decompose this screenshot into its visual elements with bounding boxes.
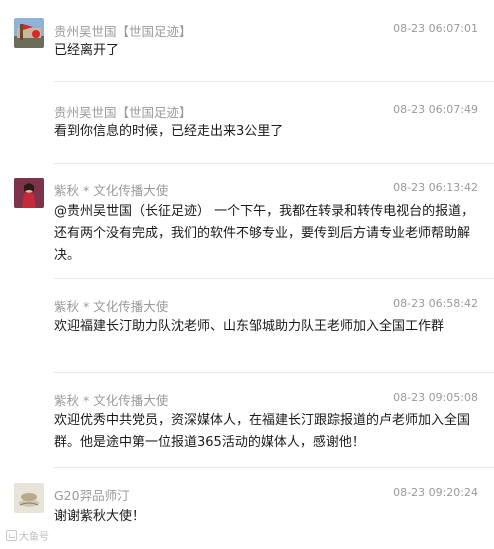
timestamp: 08-23 09:05:08 xyxy=(393,391,478,404)
avatar[interactable] xyxy=(14,483,44,513)
message-text: 欢迎福建长汀助力队沈老师、山东邹城助力队王老师加入全国工作群 xyxy=(54,319,445,334)
message-item: 紫秋 * 文化传播大使 08-23 09:05:08 欢迎优秀中共党员，资深媒体… xyxy=(0,373,494,468)
message-text: 谢谢紫秋大使！ xyxy=(54,509,146,524)
sender-name[interactable]: 紫秋 * 文化传播大使 xyxy=(54,180,168,199)
sender-name[interactable]: 贵州吴世国【世国足迹】 xyxy=(54,21,192,40)
watermark: 大鱼号 xyxy=(6,528,49,543)
timestamp: 08-23 06:07:49 xyxy=(393,103,478,116)
watermark-text: 大鱼号 xyxy=(19,532,49,543)
message-item: 贵州吴世国【世国足迹】 08-23 06:07:01 已经离开了 xyxy=(0,0,494,82)
message-text: 欢迎优秀中共党员，资深媒体人，在福建长汀跟踪报道的卢老师加入全国群。他是途中第一… xyxy=(54,413,471,450)
person-avatar-icon xyxy=(14,178,44,208)
avatar[interactable] xyxy=(14,178,44,208)
timestamp: 08-23 06:58:42 xyxy=(393,297,478,310)
sender-name[interactable]: 紫秋 * 文化传播大使 xyxy=(54,296,168,315)
tea-avatar-icon xyxy=(14,483,44,513)
watermark-icon xyxy=(6,530,17,541)
avatar[interactable] xyxy=(14,18,44,48)
message-text: 看到你信息的时候，已经走出来3公里了 xyxy=(54,124,284,139)
timestamp: 08-23 06:13:42 xyxy=(393,181,478,194)
timestamp: 08-23 09:20:24 xyxy=(393,486,478,499)
timestamp: 08-23 06:07:01 xyxy=(393,22,478,35)
message-text: 已经离开了 xyxy=(54,43,120,58)
message-item: 贵州吴世国【世国足迹】 08-23 06:07:49 看到你信息的时候，已经走出… xyxy=(0,82,494,164)
message-item: G20羿品师汀 08-23 09:20:24 谢谢紫秋大使！ xyxy=(0,468,494,549)
message-item: 紫秋 * 文化传播大使 08-23 06:58:42 欢迎福建长汀助力队沈老师、… xyxy=(0,279,494,373)
sender-name[interactable]: 贵州吴世国【世国足迹】 xyxy=(54,102,192,121)
flag-avatar-icon xyxy=(14,18,44,48)
message-text: @贵州吴世国（长征足迹） 一个下午，我都在转录和转传电视台的报道，还有两个没有完… xyxy=(54,204,475,263)
sender-name[interactable]: 紫秋 * 文化传播大使 xyxy=(54,390,168,409)
message-item: 紫秋 * 文化传播大使 08-23 06:13:42 @贵州吴世国（长征足迹） … xyxy=(0,164,494,279)
sender-name[interactable]: G20羿品师汀 xyxy=(54,485,130,504)
